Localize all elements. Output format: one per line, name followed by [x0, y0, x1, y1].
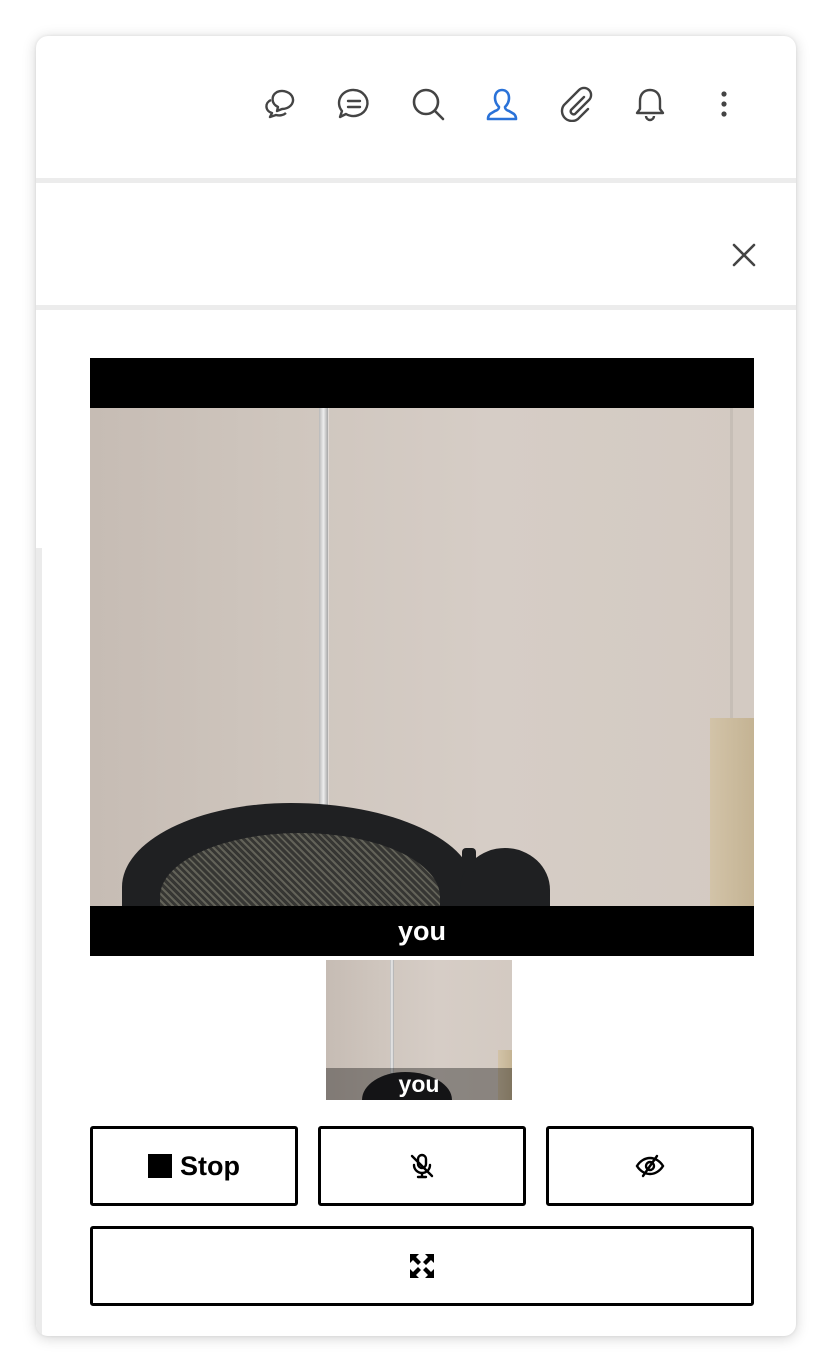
- main-video: you: [90, 358, 754, 956]
- close-icon[interactable]: [724, 235, 764, 275]
- eye-off-icon: [635, 1154, 665, 1178]
- app-window: you you Stop: [36, 36, 796, 1336]
- stop-label: Stop: [180, 1150, 240, 1181]
- user-icon[interactable]: [482, 84, 522, 124]
- main-video-label: you: [397, 915, 446, 946]
- mute-microphone-button[interactable]: [318, 1126, 526, 1206]
- self-view-thumbnail[interactable]: you: [326, 960, 512, 1100]
- search-icon[interactable]: [408, 84, 448, 124]
- bell-icon[interactable]: [630, 84, 670, 124]
- more-vertical-icon[interactable]: [704, 84, 744, 124]
- expand-icon: [410, 1254, 434, 1278]
- panel-header: [36, 183, 796, 310]
- chats-icon[interactable]: [261, 84, 301, 124]
- thumbnail-label: you: [326, 1068, 512, 1100]
- stop-square-icon: [148, 1154, 172, 1178]
- fullscreen-button[interactable]: [90, 1226, 754, 1306]
- top-toolbar: [36, 36, 796, 183]
- chat-icon[interactable]: [334, 84, 374, 124]
- hide-video-button[interactable]: [546, 1126, 754, 1206]
- paperclip-icon[interactable]: [556, 84, 596, 124]
- panel-edge: [36, 548, 42, 1336]
- stop-button[interactable]: Stop: [90, 1126, 298, 1206]
- mic-off-icon: [410, 1153, 434, 1179]
- camera-feed: [90, 408, 754, 906]
